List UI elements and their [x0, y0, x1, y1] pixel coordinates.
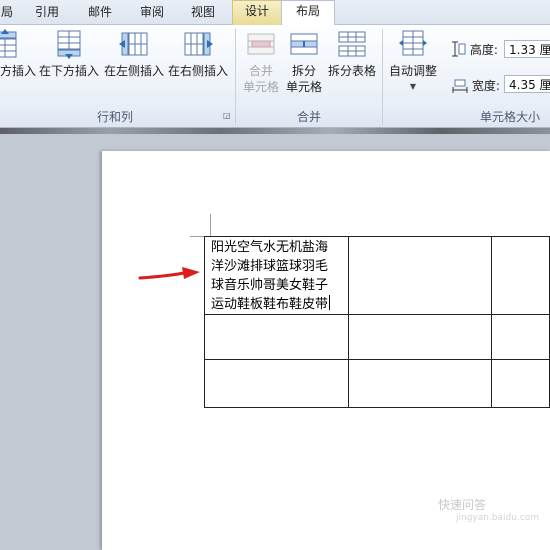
table-cell[interactable] [347, 314, 492, 360]
watermark-url: jingyan.baidu.com [456, 513, 540, 523]
insert-right-icon [184, 32, 213, 56]
table-cell[interactable] [490, 236, 550, 315]
ribbon: 方插入 在下方插入 在左侧插入 在右侧插入 行和列 ◲ 合并 单元格 拆分 单元… [0, 25, 550, 128]
merge-cells-button[interactable]: 合并 单元格 [240, 29, 282, 95]
split-table-button[interactable]: 拆分表格 [326, 29, 378, 79]
split-cells-label-2: 单元格 [285, 80, 322, 94]
insert-above-label: 方插入 [0, 64, 37, 78]
tab-mailings[interactable]: 邮件 [80, 2, 120, 24]
insert-below-icon [57, 30, 81, 59]
insert-left-icon [119, 32, 148, 56]
tab-review[interactable]: 审阅 [132, 2, 172, 24]
rows-cols-dialog-launcher-icon[interactable]: ◲ [223, 111, 232, 120]
column-width-icon [452, 79, 468, 93]
tab-view[interactable]: 视图 [183, 2, 223, 24]
autofit-dropdown-icon[interactable]: ▼ [386, 79, 440, 95]
group-separator [382, 29, 383, 125]
tab-design[interactable]: 设计 [232, 0, 282, 25]
table-cell[interactable] [347, 359, 492, 408]
height-label: 高度: [469, 43, 498, 57]
insert-left-button[interactable]: 在左侧插入 [103, 29, 165, 79]
merge-cells-icon [247, 33, 275, 55]
tab-layout-partial[interactable]: 局 [0, 2, 18, 24]
insert-left-label: 在左侧插入 [103, 64, 164, 78]
insert-below-button[interactable]: 在下方插入 [38, 29, 100, 79]
cell-text[interactable]: 阳光空气水无机盐海 洋沙滩排球篮球羽毛 球音乐帅哥美女鞋子 运动鞋板鞋布鞋皮带 [205, 237, 348, 314]
watermark: 快速问答 jingyan.baidu.com [438, 496, 539, 523]
merge-group-label: 合并 [296, 110, 321, 124]
table-cell[interactable]: 阳光空气水无机盐海 洋沙滩排球篮球羽毛 球音乐帅哥美女鞋子 运动鞋板鞋布鞋皮带 [204, 236, 349, 315]
split-cells-button[interactable]: 拆分 单元格 [284, 29, 324, 95]
split-table-icon [338, 31, 366, 57]
table-cell[interactable] [490, 314, 550, 360]
autofit-label: 自动调整 [388, 64, 437, 78]
width-field-row: 宽度: [452, 77, 500, 94]
margin-corner-mark [210, 214, 211, 236]
tab-layout[interactable]: 布局 [281, 0, 335, 27]
autofit-button[interactable]: 自动调整 ▼ [386, 29, 440, 95]
red-arrow-icon [138, 267, 200, 280]
row-height-input[interactable]: 1.33 厘米 [504, 40, 550, 58]
insert-right-button[interactable]: 在右侧插入 [167, 29, 229, 79]
cell-size-group-label: 单元格大小 [479, 110, 540, 124]
insert-above-icon [0, 29, 17, 58]
group-separator [235, 29, 236, 125]
watermark-brand: 快速问答 [438, 498, 487, 512]
ribbon-tab-bar: 局 引用 邮件 审阅 视图 设计 布局 [0, 0, 550, 27]
document-table: 阳光空气水无机盐海 洋沙滩排球篮球羽毛 球音乐帅哥美女鞋子 运动鞋板鞋布鞋皮带 [204, 236, 550, 408]
margin-corner-mark [190, 236, 204, 237]
split-cells-label-1: 拆分 [291, 64, 316, 78]
tab-references[interactable]: 引用 [27, 2, 67, 24]
merge-cells-label-2: 单元格 [242, 80, 279, 94]
cell-text-content: 阳光空气水无机盐海 洋沙滩排球篮球羽毛 球音乐帅哥美女鞋子 运动鞋板鞋布鞋皮带 [211, 240, 329, 312]
insert-above-button[interactable]: 方插入 [0, 29, 36, 79]
split-table-label: 拆分表格 [327, 64, 376, 78]
height-field-row: 高度: [452, 41, 498, 58]
insert-below-label: 在下方插入 [38, 64, 99, 78]
row-height-icon [452, 41, 466, 57]
width-label: 宽度: [471, 79, 500, 93]
rows-cols-group-label: 行和列 [96, 110, 133, 124]
insert-right-label: 在右侧插入 [167, 64, 228, 78]
autofit-icon [399, 30, 427, 56]
split-cells-icon [290, 33, 318, 55]
table-cell[interactable] [204, 359, 349, 408]
column-width-input[interactable]: 4.35 厘米 [504, 75, 550, 93]
text-cursor [329, 295, 331, 310]
table-cell[interactable] [490, 359, 550, 408]
table-cell[interactable] [347, 236, 492, 315]
merge-cells-label-1: 合并 [248, 64, 273, 78]
table-cell[interactable] [204, 314, 349, 360]
